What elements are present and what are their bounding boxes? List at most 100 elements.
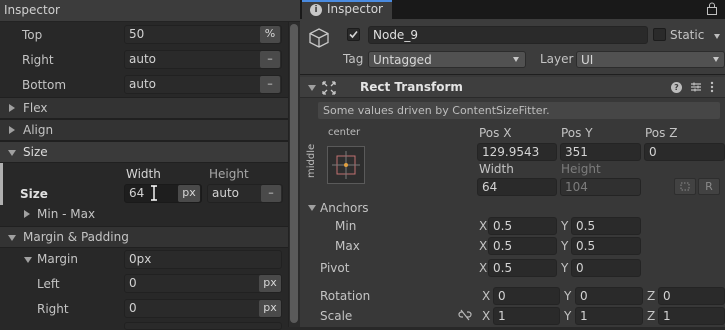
- anchors-min-label: Min: [335, 219, 357, 233]
- rotation-y-input[interactable]: 0: [575, 287, 643, 305]
- pos-z-input[interactable]: 0: [644, 143, 725, 161]
- anchors-max-x-axis[interactable]: X: [479, 239, 487, 253]
- scale-constrain-link-icon[interactable]: [458, 309, 472, 321]
- width-input[interactable]: 64: [477, 178, 557, 196]
- margin-input[interactable]: 0px: [124, 250, 282, 269]
- rect-transform-header[interactable]: Rect Transform ?: [300, 77, 725, 98]
- scale-y-axis[interactable]: Y: [564, 309, 571, 323]
- preset-settings-icon[interactable]: [690, 81, 702, 93]
- min-max-expand-icon: [24, 210, 30, 218]
- margin-padding-section-title: Margin & Padding: [23, 230, 129, 244]
- flex-section-title: Flex: [23, 101, 48, 115]
- anchor-preset-button[interactable]: [327, 146, 365, 184]
- rect-transform-title: Rect Transform: [360, 80, 463, 94]
- margin-padding-section-header[interactable]: Margin & Padding: [0, 226, 288, 248]
- raw-edit-button[interactable]: R: [698, 178, 720, 195]
- text-cursor-icon: [150, 185, 158, 201]
- rotation-z-axis[interactable]: Z: [647, 289, 655, 303]
- min-max-label: Min - Max: [37, 207, 96, 221]
- height-input: 104: [560, 178, 641, 196]
- scale-y-input[interactable]: 1: [575, 307, 643, 325]
- right-input[interactable]: auto: [124, 50, 282, 69]
- pivot-x-axis[interactable]: X: [479, 261, 487, 275]
- margin-collapse-icon[interactable]: [24, 257, 32, 263]
- margin-right-label: Right: [37, 302, 69, 316]
- info-icon: i: [310, 4, 322, 16]
- anchors-min-y-input[interactable]: 0.5: [571, 217, 641, 235]
- scale-z-input[interactable]: 1: [658, 307, 725, 325]
- margin-left-unit-button[interactable]: px: [259, 275, 281, 292]
- rotation-z-input[interactable]: 0: [658, 287, 725, 305]
- driven-note-text: Some values driven by ContentSizeFitter.: [323, 104, 550, 117]
- size-section-header[interactable]: Size: [0, 141, 288, 163]
- anchors-max-y-input[interactable]: 0.5: [571, 237, 641, 255]
- pos-y-input[interactable]: 351: [560, 143, 641, 161]
- anchors-min-x-axis[interactable]: X: [479, 219, 487, 233]
- static-label: Static: [670, 28, 705, 42]
- bottom-input[interactable]: auto: [124, 75, 282, 94]
- scale-label: Scale: [320, 309, 353, 323]
- size-height-unit-button[interactable]: –: [261, 185, 281, 202]
- rotation-y-axis[interactable]: Y: [564, 289, 571, 303]
- context-menu-icon[interactable]: [710, 80, 714, 94]
- size-width-unit-button[interactable]: px: [178, 185, 200, 202]
- rotation-x-axis[interactable]: X: [482, 289, 490, 303]
- top-label: Top: [22, 28, 43, 42]
- pivot-label: Pivot: [320, 261, 350, 275]
- left-inspector-panel: Inspector Top 50 % Right auto – Bottom a…: [0, 0, 300, 330]
- static-dropdown-icon[interactable]: [714, 34, 720, 39]
- partial-next-input[interactable]: [124, 322, 282, 330]
- blueprint-mode-button[interactable]: [674, 178, 696, 195]
- tag-dropdown[interactable]: Untagged: [368, 51, 526, 68]
- size-section-title: Size: [23, 145, 48, 159]
- static-checkbox[interactable]: [653, 28, 666, 41]
- anchors-min-y-axis[interactable]: Y: [561, 219, 568, 233]
- anchors-label: Anchors: [320, 201, 369, 215]
- unity-inspector-panel: i Inspector Node_9 Static Tag Untagged L…: [300, 0, 725, 327]
- right-unit-button[interactable]: –: [260, 51, 280, 68]
- scale-x-input[interactable]: 1: [493, 307, 560, 325]
- margin-right-unit-button[interactable]: px: [259, 300, 281, 317]
- gameobject-name-input[interactable]: Node_9: [368, 26, 648, 44]
- align-section-header[interactable]: Align: [0, 119, 288, 141]
- scale-x-axis[interactable]: X: [482, 309, 490, 323]
- inspector-tab[interactable]: i Inspector: [302, 0, 392, 19]
- help-icon[interactable]: ?: [671, 82, 682, 93]
- top-input[interactable]: 50: [124, 25, 282, 44]
- tag-dropdown-icon: [513, 57, 519, 62]
- bottom-unit-button[interactable]: –: [260, 76, 280, 93]
- min-max-row[interactable]: Min - Max: [0, 205, 288, 225]
- margin-left-label: Left: [37, 277, 60, 291]
- inspector-tab-label: Inspector: [327, 2, 383, 16]
- right-label: Right: [22, 53, 54, 67]
- size-height-header: Height: [209, 167, 249, 181]
- lock-icon[interactable]: [706, 2, 718, 15]
- rotation-x-input[interactable]: 0: [493, 287, 560, 305]
- height-label: Height: [561, 162, 601, 176]
- top-unit-button[interactable]: %: [260, 26, 280, 43]
- align-expand-icon: [9, 126, 15, 134]
- anchors-min-x-input[interactable]: 0.5: [488, 217, 557, 235]
- size-row-label: Size: [20, 187, 48, 201]
- active-checkbox[interactable]: [347, 28, 360, 41]
- pos-z-label: Pos Z: [645, 126, 678, 140]
- layer-dropdown[interactable]: UI: [576, 51, 725, 68]
- pos-x-input[interactable]: 129.9543: [477, 143, 557, 161]
- anchors-max-x-input[interactable]: 0.5: [488, 237, 557, 255]
- anchor-preset-vertical-label: middle: [306, 143, 317, 178]
- anchors-collapse-icon[interactable]: [308, 205, 316, 211]
- flex-section-header[interactable]: Flex: [0, 97, 288, 119]
- driven-note-box: Some values driven by ContentSizeFitter.: [318, 102, 720, 119]
- pivot-y-axis[interactable]: Y: [561, 261, 568, 275]
- left-panel-title: Inspector: [4, 3, 60, 17]
- size-width-header: Width: [126, 167, 161, 181]
- rect-transform-collapse-icon: [308, 85, 316, 91]
- scale-z-axis[interactable]: Z: [647, 309, 655, 323]
- pivot-x-input[interactable]: 0.5: [488, 259, 557, 277]
- anchors-max-y-axis[interactable]: Y: [561, 239, 568, 253]
- flex-expand-icon: [9, 104, 15, 112]
- left-scrollbar-thumb[interactable]: [290, 24, 298, 323]
- pivot-y-input[interactable]: 0: [571, 259, 641, 277]
- pos-y-label: Pos Y: [561, 126, 593, 140]
- width-label: Width: [479, 162, 514, 176]
